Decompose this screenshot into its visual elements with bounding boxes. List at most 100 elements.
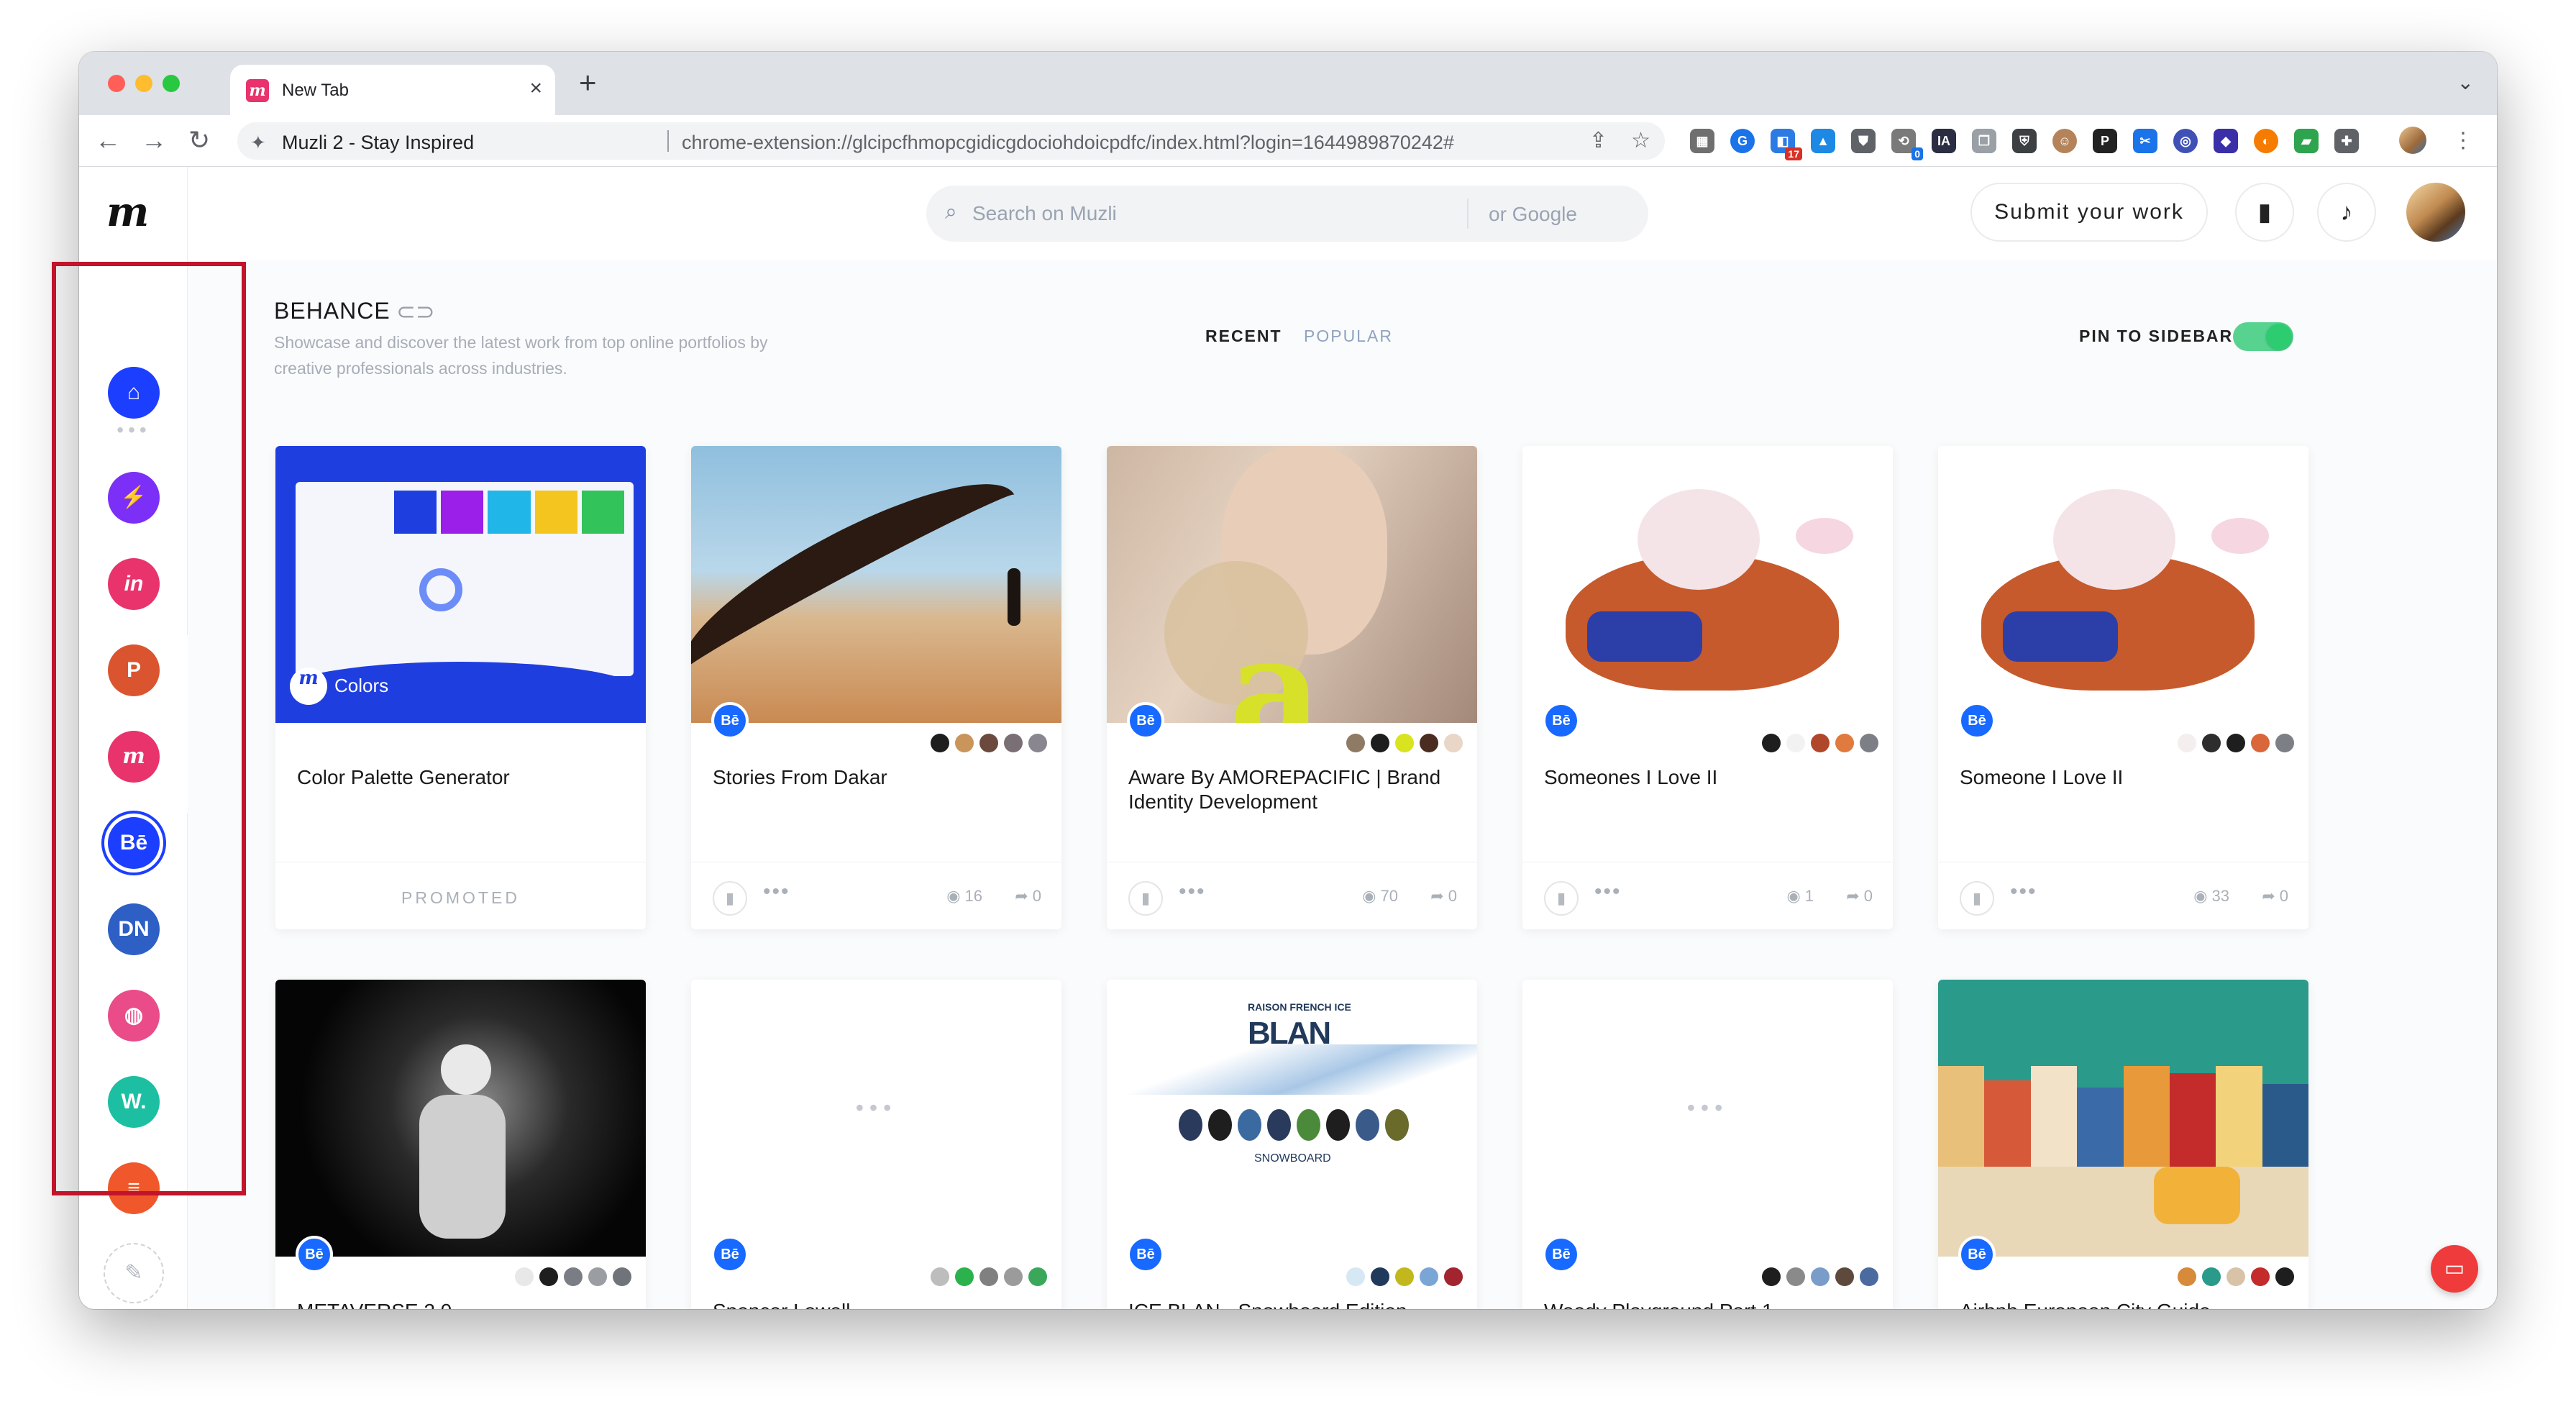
card-title[interactable]: Stories From Dakar	[713, 765, 1043, 790]
omnibox-url[interactable]: chrome-extension://glcipcfhmopcgidicgdoc…	[682, 132, 1454, 154]
color-swatch[interactable]	[1786, 1267, 1805, 1286]
extension-icon[interactable]: ◆	[2214, 129, 2238, 153]
edit-sources-button[interactable]: ✎	[104, 1243, 164, 1303]
card-thumbnail[interactable]: •••	[1522, 980, 1893, 1257]
tab-popular[interactable]: POPULAR	[1304, 327, 1393, 346]
save-bookmark-button[interactable]: ▮	[713, 881, 747, 916]
extension-icon[interactable]: ☺	[2052, 129, 2077, 153]
color-swatch[interactable]	[2226, 1267, 2245, 1286]
new-tab-button[interactable]: +	[579, 68, 597, 98]
color-swatch[interactable]	[1420, 734, 1438, 752]
card-title[interactable]: Airbnb European City Guide	[1960, 1299, 2290, 1309]
extension-icon[interactable]: ◧ 17	[1771, 129, 1802, 160]
card-thumbnail[interactable]	[1938, 446, 2308, 723]
color-swatch[interactable]	[2178, 1267, 2196, 1286]
post-card[interactable]: a Bē Aware By AMOREPACIFIC | Brand Ident…	[1107, 446, 1477, 929]
color-swatch[interactable]	[2275, 1267, 2294, 1286]
extension-icon[interactable]: ▰	[2294, 129, 2319, 153]
card-title[interactable]: Someone I Love II	[1960, 765, 2290, 790]
forward-button[interactable]: →	[141, 124, 167, 157]
extension-icon[interactable]: G	[1730, 129, 1755, 153]
card-thumbnail[interactable]	[1938, 980, 2308, 1257]
color-swatch[interactable]	[955, 1267, 974, 1286]
color-swatch[interactable]	[2275, 734, 2294, 752]
close-window-button[interactable]	[108, 75, 125, 92]
post-card[interactable]: Bē Someone I Love II ▮ ••• ◉ 33 ➦ 0	[1938, 446, 2308, 929]
card-title[interactable]: Woody Playground Part 1	[1544, 1299, 1875, 1309]
post-card[interactable]: RAISON FRENCH ICE BLAN SNOWBOARD Bē ICE …	[1107, 980, 1477, 1309]
search-bar[interactable]: ⌕ or Google	[926, 186, 1648, 242]
card-thumbnail[interactable]	[1522, 446, 1893, 723]
user-avatar[interactable]	[2406, 183, 2465, 242]
tab-search-chevron-icon[interactable]: ⌄	[2457, 70, 2474, 94]
color-swatch[interactable]	[1420, 1267, 1438, 1286]
extensions-puzzle-icon[interactable]: ✚	[2334, 129, 2359, 153]
card-title[interactable]: Spencer Lowell	[713, 1299, 1043, 1309]
color-swatch[interactable]	[1004, 1267, 1023, 1286]
color-swatch[interactable]	[1444, 1267, 1463, 1286]
color-swatch[interactable]	[2226, 734, 2245, 752]
back-button[interactable]: ←	[95, 124, 121, 157]
bookmarks-button[interactable]: ▮	[2235, 183, 2294, 242]
more-options-icon[interactable]: •••	[2010, 880, 2037, 904]
card-thumbnail[interactable]: •••	[691, 980, 1061, 1257]
shares-count[interactable]: ➦ 0	[1015, 887, 1041, 906]
save-bookmark-button[interactable]: ▮	[1128, 881, 1163, 916]
post-card[interactable]: Bē METAVERSE 2.0	[275, 980, 646, 1309]
shield-extension-icon[interactable]: ⛊	[1851, 129, 1876, 153]
color-swatch[interactable]	[1371, 734, 1389, 752]
share-icon[interactable]: ⇪	[1589, 128, 1607, 153]
extension-icon[interactable]: IA	[1932, 129, 1956, 153]
card-title[interactable]: Color Palette Generator	[297, 765, 628, 790]
extension-icon[interactable]: ✂	[2133, 129, 2157, 153]
post-card[interactable]: Bē Stories From Dakar ▮ ••• ◉ 16 ➦ 0	[691, 446, 1061, 929]
browser-tab[interactable]: m New Tab ×	[230, 65, 555, 115]
extension-icon[interactable]: ◐	[2254, 129, 2278, 153]
extension-icon[interactable]: P	[2093, 129, 2117, 153]
card-thumbnail[interactable]	[275, 980, 646, 1257]
link-icon[interactable]: ⊂⊃	[396, 298, 435, 325]
pin-to-sidebar-toggle[interactable]	[2233, 322, 2293, 351]
muzli-logo[interactable]: m	[106, 188, 149, 236]
shares-count[interactable]: ➦ 0	[1846, 887, 1873, 906]
notifications-button[interactable]: ♪	[2317, 183, 2376, 242]
color-swatch[interactable]	[539, 1267, 558, 1286]
save-bookmark-button[interactable]: ▮	[1960, 881, 1994, 916]
more-options-icon[interactable]: •••	[1594, 880, 1622, 904]
shares-count[interactable]: ➦ 0	[1430, 887, 1457, 906]
extension-icon[interactable]: ◎	[2173, 129, 2198, 153]
color-swatch[interactable]	[1860, 1267, 1878, 1286]
color-swatch[interactable]	[1835, 1267, 1854, 1286]
google-search-option[interactable]: or Google	[1489, 203, 1577, 226]
save-bookmark-button[interactable]: ▮	[1544, 881, 1579, 916]
color-swatch[interactable]	[2251, 734, 2270, 752]
card-title[interactable]: Aware By AMOREPACIFIC | Brand Identity D…	[1128, 765, 1459, 814]
color-swatch[interactable]	[1444, 734, 1463, 752]
color-swatch[interactable]	[564, 1267, 583, 1286]
color-swatch[interactable]	[1371, 1267, 1389, 1286]
extension-icon[interactable]: ▲	[1811, 129, 1835, 153]
extension-icon[interactable]: ⛨	[2012, 129, 2037, 153]
card-title[interactable]: Someones I Love II	[1544, 765, 1875, 790]
profile-avatar[interactable]	[2399, 127, 2426, 154]
minimize-window-button[interactable]	[135, 75, 152, 92]
card-title[interactable]: METAVERSE 2.0	[297, 1299, 628, 1309]
color-swatch[interactable]	[613, 1267, 631, 1286]
post-card[interactable]: Bē Someones I Love II ▮ ••• ◉ 1 ➦ 0	[1522, 446, 1893, 929]
color-swatch[interactable]	[931, 734, 949, 752]
color-swatch[interactable]	[2202, 734, 2221, 752]
color-swatch[interactable]	[1811, 1267, 1830, 1286]
color-swatch[interactable]	[1395, 734, 1414, 752]
color-swatch[interactable]	[1835, 734, 1854, 752]
color-swatch[interactable]	[2202, 1267, 2221, 1286]
bookmark-star-icon[interactable]: ☆	[1631, 128, 1650, 153]
color-swatch[interactable]	[1762, 1267, 1781, 1286]
color-swatch[interactable]	[979, 734, 998, 752]
color-swatch[interactable]	[1346, 1267, 1365, 1286]
maximize-window-button[interactable]	[163, 75, 180, 92]
card-title[interactable]: ICE BLAN - Snowboard Edition (KT&G)	[1128, 1299, 1459, 1309]
color-swatch[interactable]	[1811, 734, 1830, 752]
color-swatch[interactable]	[1346, 734, 1365, 752]
post-card[interactable]: Bē Airbnb European City Guide	[1938, 980, 2308, 1309]
color-swatch[interactable]	[1028, 734, 1047, 752]
